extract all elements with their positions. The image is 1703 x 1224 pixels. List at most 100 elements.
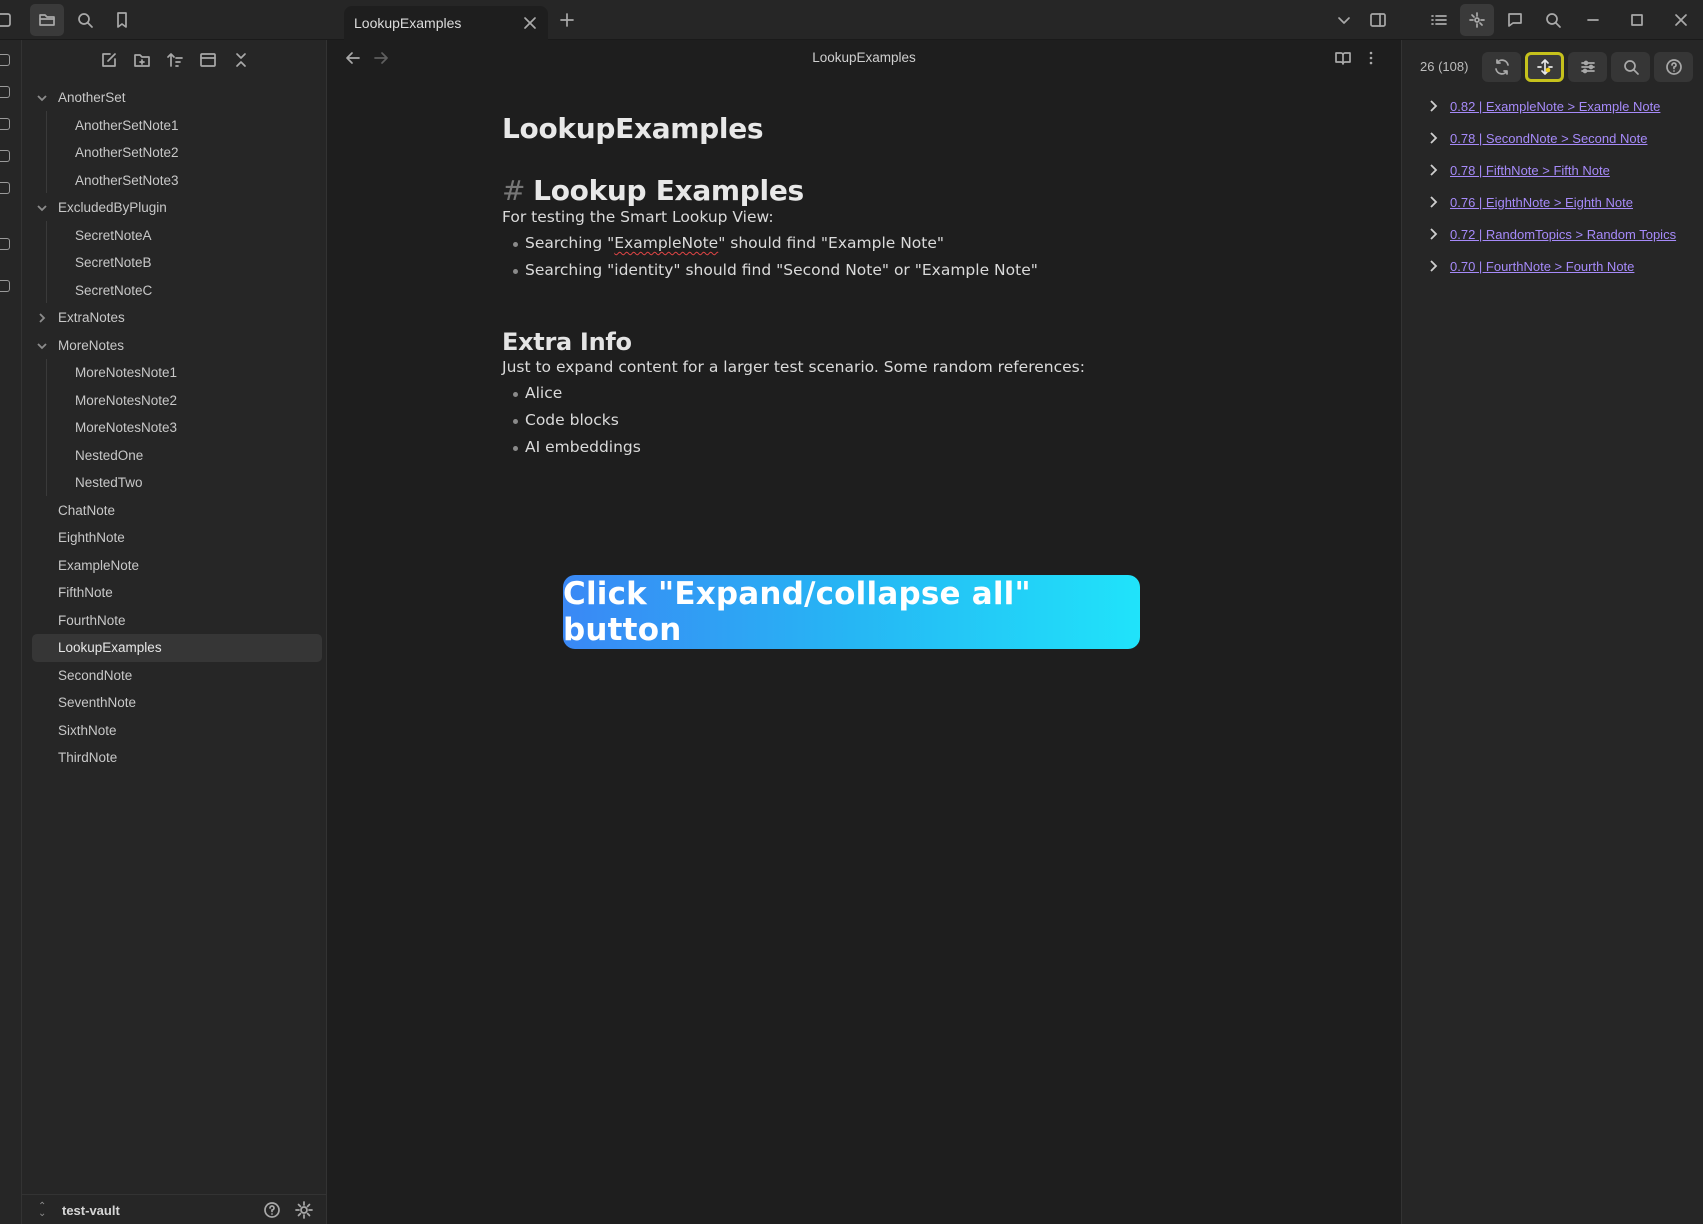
result-link[interactable]: 0.70 | FourthNote > Fourth Note — [1450, 259, 1634, 274]
list-text: Searching " — [525, 234, 615, 252]
new-note-icon[interactable] — [97, 48, 120, 71]
tree-item[interactable]: MoreNotesNote3 — [32, 414, 322, 442]
chevron-right-icon[interactable] — [1426, 195, 1440, 209]
chevron-right-icon[interactable] — [1426, 227, 1440, 241]
help-icon[interactable] — [262, 1200, 282, 1220]
tree-item-label: FifthNote — [58, 585, 113, 601]
chat-icon[interactable] — [1498, 4, 1532, 36]
tree-item-label: ExampleNote — [58, 557, 140, 573]
ribbon-icon[interactable] — [0, 238, 10, 250]
result-item[interactable]: 0.78 | FifthNote > Fifth Note — [1416, 154, 1676, 186]
result-item[interactable]: 0.78 | SecondNote > Second Note — [1416, 122, 1676, 154]
chevron-down-icon[interactable] — [1327, 4, 1361, 36]
tree-item[interactable]: FifthNote — [32, 579, 322, 607]
result-item[interactable]: 0.72 | RandomTopics > Random Topics — [1416, 218, 1676, 250]
tree-folder-morenotes[interactable]: MoreNotes — [32, 332, 322, 360]
tree-item[interactable]: FourthNote — [32, 607, 322, 635]
smart-connections-icon[interactable] — [1460, 4, 1494, 36]
maximize-icon[interactable] — [1620, 4, 1654, 36]
result-item[interactable]: 0.76 | EighthNote > Eighth Note — [1416, 186, 1676, 218]
new-folder-icon[interactable] — [130, 48, 153, 71]
tree-item[interactable]: AnotherSetNote3 — [32, 167, 322, 195]
expand-collapse-all-button[interactable] — [1525, 52, 1564, 82]
lookup-search-icon[interactable] — [1536, 4, 1570, 36]
result-item[interactable]: 0.82 | ExampleNote > Example Note — [1416, 90, 1676, 122]
tree-item[interactable]: AnotherSetNote1 — [32, 112, 322, 140]
tree-folder-anotherset[interactable]: AnotherSet — [32, 84, 322, 112]
tree-item[interactable]: ThirdNote — [32, 744, 322, 772]
chevron-right-icon[interactable] — [1426, 99, 1440, 113]
tree-item[interactable]: AnotherSetNote2 — [32, 139, 322, 167]
result-link[interactable]: 0.82 | ExampleNote > Example Note — [1450, 99, 1660, 114]
tree-folder-excludedbyplugin[interactable]: ExcludedByPlugin — [32, 194, 322, 222]
tree-item[interactable]: EighthNote — [32, 524, 322, 552]
misspelled-word[interactable]: ExampleNote — [614, 234, 718, 252]
tree-item[interactable]: MoreNotesNote2 — [32, 387, 322, 415]
window-close-icon[interactable] — [1664, 4, 1698, 36]
result-link[interactable]: 0.72 | RandomTopics > Random Topics — [1450, 227, 1676, 242]
help-button[interactable] — [1654, 52, 1693, 82]
tree-item-selected[interactable]: LookupExamples — [32, 634, 322, 662]
refresh-button[interactable] — [1482, 52, 1521, 82]
ribbon-icon[interactable] — [0, 86, 10, 98]
heading-1: # Lookup Examples — [502, 174, 1302, 208]
result-link[interactable]: 0.76 | EighthNote > Eighth Note — [1450, 195, 1633, 210]
ribbon-icon[interactable] — [0, 182, 10, 194]
tree-folder-extranotes[interactable]: ExtraNotes — [32, 304, 322, 332]
ribbon-icon[interactable] — [0, 54, 10, 66]
chevron-right-icon[interactable] — [1426, 163, 1440, 177]
new-tab-icon[interactable] — [550, 4, 584, 36]
ribbon-icon[interactable] — [0, 280, 10, 292]
tree-item[interactable]: SecretNoteA — [32, 222, 322, 250]
tree-item[interactable]: ChatNote — [32, 497, 322, 525]
close-icon[interactable] — [520, 13, 540, 33]
chevron-right-icon[interactable] — [1426, 131, 1440, 145]
result-link[interactable]: 0.78 | SecondNote > Second Note — [1450, 131, 1647, 146]
tab-title: LookupExamples — [354, 15, 462, 31]
chevron-right-icon[interactable] — [1426, 259, 1440, 273]
explorer-actions — [97, 48, 252, 71]
ribbon-icon[interactable] — [0, 150, 10, 162]
tree-item-label: AnotherSetNote3 — [75, 172, 179, 188]
collapse-all-icon[interactable] — [229, 48, 252, 71]
book-open-icon[interactable] — [1333, 48, 1353, 68]
more-options-icon[interactable] — [1361, 48, 1381, 68]
settings-sliders-button[interactable] — [1568, 52, 1607, 82]
bookmark-icon[interactable] — [105, 4, 139, 36]
chevron-down-icon — [36, 202, 48, 214]
vault-switcher[interactable]: ⌃ ⌄ test-vault — [22, 1194, 327, 1224]
tree-item[interactable]: MoreNotesNote1 — [32, 359, 322, 387]
paragraph: For testing the Smart Lookup View: — [502, 208, 774, 226]
view-header-title[interactable]: LookupExamples — [327, 50, 1401, 65]
tree-item[interactable]: SeventhNote — [32, 689, 322, 717]
search-button[interactable] — [1611, 52, 1650, 82]
paragraph: Just to expand content for a larger test… — [502, 358, 1085, 376]
tree-item-label: SeventhNote — [58, 695, 137, 711]
note-title[interactable]: LookupExamples — [502, 112, 1302, 174]
minimize-icon[interactable] — [1576, 4, 1610, 36]
outline-list-icon[interactable] — [1422, 4, 1456, 36]
list-item: Searching "identity" should find "Second… — [502, 261, 1302, 288]
tree-item[interactable]: SixthNote — [32, 717, 322, 745]
result-link[interactable]: 0.78 | FifthNote > Fifth Note — [1450, 163, 1610, 178]
heading-hash: # — [502, 174, 526, 207]
note-content[interactable]: LookupExamples # Lookup Examples For test… — [502, 112, 1302, 465]
tree-item[interactable]: SecretNoteC — [32, 277, 322, 305]
sidebar-toggle-icon[interactable] — [0, 4, 20, 36]
ribbon-icon[interactable] — [0, 118, 10, 130]
tree-item[interactable]: SecretNoteB — [32, 249, 322, 277]
files-folder-icon[interactable] — [30, 4, 64, 36]
tree-item-label: ExtraNotes — [58, 310, 125, 326]
sort-icon[interactable] — [163, 48, 186, 71]
settings-gear-icon[interactable] — [294, 1200, 314, 1220]
tree-item[interactable]: ExampleNote — [32, 552, 322, 580]
search-icon[interactable] — [68, 4, 102, 36]
tree-item[interactable]: SecondNote — [32, 662, 322, 690]
result-item[interactable]: 0.70 | FourthNote > Fourth Note — [1416, 250, 1676, 282]
auto-reveal-icon[interactable] — [196, 48, 219, 71]
tab-lookup-examples[interactable]: LookupExamples — [344, 6, 548, 40]
tree-item-label: EighthNote — [58, 530, 125, 546]
tree-item[interactable]: NestedOne — [32, 442, 322, 470]
split-view-icon[interactable] — [1361, 4, 1395, 36]
tree-item[interactable]: NestedTwo — [32, 469, 322, 497]
